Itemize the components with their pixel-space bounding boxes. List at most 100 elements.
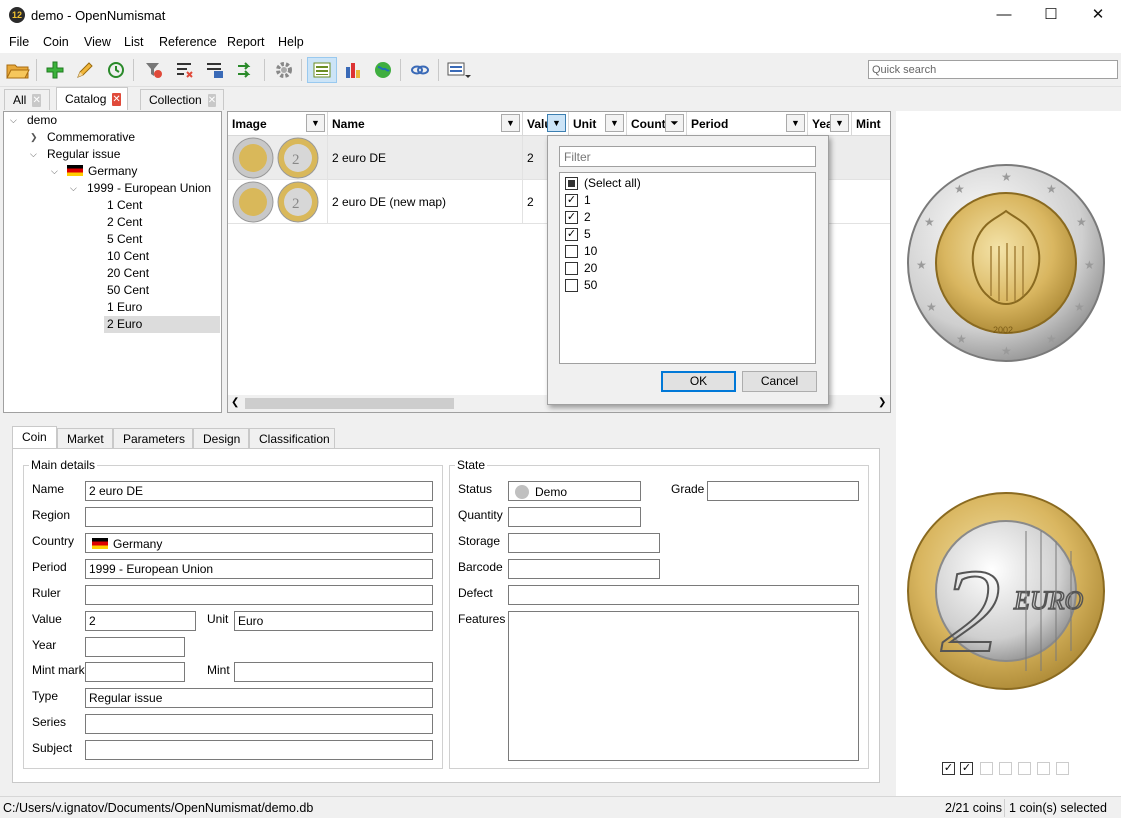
- column-header-mint[interactable]: Mint: [852, 112, 890, 136]
- scroll-right-icon[interactable]: ❯: [878, 397, 886, 408]
- grade-field[interactable]: [707, 481, 859, 501]
- unit-field[interactable]: Euro: [234, 611, 433, 631]
- map-globe-icon[interactable]: [370, 57, 396, 83]
- tree-item-value[interactable]: 2 Cent: [107, 214, 142, 231]
- table-cell-name[interactable]: 2 euro DE: [328, 136, 523, 180]
- checkbox-checked-icon[interactable]: ✓: [565, 228, 578, 241]
- filter-item-select-all[interactable]: (Select all): [565, 175, 641, 192]
- filter-dropdown-icon[interactable]: ▼: [605, 114, 624, 132]
- scrollbar-thumb[interactable]: [245, 398, 454, 409]
- menu-report[interactable]: Report: [227, 35, 265, 49]
- filter-dropdown-icon[interactable]: ▼: [786, 114, 805, 132]
- image-checkbox-empty[interactable]: [1018, 762, 1031, 775]
- image-checkbox-empty[interactable]: [980, 762, 993, 775]
- tree-item-selected[interactable]: 2 Euro: [104, 316, 220, 333]
- open-folder-icon[interactable]: [5, 57, 31, 83]
- column-header-unit[interactable]: Unit ▼: [569, 112, 627, 136]
- minimize-icon[interactable]: —: [981, 0, 1027, 31]
- close-icon[interactable]: ✕: [1075, 0, 1121, 31]
- mint-mark-field[interactable]: [85, 662, 185, 682]
- edit-coin-icon[interactable]: [72, 57, 98, 83]
- table-cell-image[interactable]: 2: [228, 180, 328, 224]
- filter-item[interactable]: 50: [565, 277, 597, 294]
- image-checkbox-empty[interactable]: [1037, 762, 1050, 775]
- image-checkbox-checked[interactable]: ✓: [960, 762, 973, 775]
- tree-item-value[interactable]: 10 Cent: [107, 248, 149, 265]
- tree-item-root[interactable]: demo: [27, 112, 57, 129]
- tab-collection[interactable]: Collection ✕: [140, 89, 224, 110]
- filter-dropdown-icon[interactable]: ▼: [501, 114, 520, 132]
- statistics-chart-icon[interactable]: [340, 57, 366, 83]
- image-checkbox-empty[interactable]: [1056, 762, 1069, 775]
- menu-file[interactable]: File: [9, 35, 29, 49]
- ok-button[interactable]: OK: [661, 371, 736, 392]
- collapse-arrow-icon[interactable]: ❯: [30, 132, 38, 143]
- features-textarea[interactable]: [508, 611, 859, 761]
- filter-item[interactable]: ✓ 2: [565, 209, 591, 226]
- name-field[interactable]: 2 euro DE: [85, 481, 433, 501]
- expand-arrow-icon[interactable]: ⌵: [10, 115, 17, 126]
- filter-item[interactable]: ✓ 5: [565, 226, 591, 243]
- tree-item-value[interactable]: 5 Cent: [107, 231, 142, 248]
- filter-dropdown-icon[interactable]: ▼: [830, 114, 849, 132]
- clear-filter-icon[interactable]: [141, 57, 167, 83]
- mint-field[interactable]: [234, 662, 433, 682]
- barcode-field[interactable]: [508, 559, 660, 579]
- sort-filter-icon[interactable]: [172, 57, 198, 83]
- menu-help[interactable]: Help: [278, 35, 304, 49]
- expand-arrow-icon[interactable]: ⌵: [30, 149, 37, 160]
- value-field[interactable]: 2: [85, 611, 196, 631]
- filter-input[interactable]: [559, 146, 816, 167]
- subject-field[interactable]: [85, 740, 433, 760]
- tab-catalog[interactable]: Catalog ✕: [56, 87, 128, 110]
- image-checkbox-checked[interactable]: ✓: [942, 762, 955, 775]
- scroll-left-icon[interactable]: ❮: [231, 397, 239, 408]
- catalog-tree[interactable]: ⌵ demo ❯ Commemorative ⌵ Regular issue ⌵…: [3, 111, 222, 413]
- tree-item-value[interactable]: 1 Cent: [107, 197, 142, 214]
- close-icon[interactable]: ✕: [112, 92, 121, 106]
- expand-arrow-icon[interactable]: ⌵: [51, 166, 58, 177]
- expand-arrow-icon[interactable]: ⌵: [70, 183, 77, 194]
- tree-item-commemorative[interactable]: Commemorative: [47, 129, 135, 146]
- column-header-value[interactable]: Value ▼: [523, 112, 569, 136]
- move-icon[interactable]: [233, 57, 259, 83]
- settings-gear-icon[interactable]: [271, 57, 297, 83]
- checkbox-unchecked-icon[interactable]: [565, 279, 578, 292]
- checkbox-unchecked-icon[interactable]: [565, 262, 578, 275]
- column-header-country[interactable]: Country ⏷: [627, 112, 687, 136]
- column-header-period[interactable]: Period ▼: [687, 112, 808, 136]
- tree-item-germany[interactable]: Germany: [67, 163, 137, 180]
- storage-field[interactable]: [508, 533, 660, 553]
- clone-coin-icon[interactable]: [103, 57, 129, 83]
- region-field[interactable]: [85, 507, 433, 527]
- checkbox-partial-icon[interactable]: [565, 177, 578, 190]
- tree-item-value[interactable]: 20 Cent: [107, 265, 149, 282]
- tree-item-period[interactable]: 1999 - European Union: [87, 180, 211, 197]
- year-field[interactable]: [85, 637, 185, 657]
- filter-item[interactable]: ✓ 1: [565, 192, 591, 209]
- ruler-field[interactable]: [85, 585, 433, 605]
- table-cell-name[interactable]: 2 euro DE (new map): [328, 180, 523, 224]
- country-field[interactable]: Germany: [85, 533, 433, 553]
- tab-parameters[interactable]: Parameters: [113, 428, 193, 448]
- save-list-icon[interactable]: [202, 57, 228, 83]
- tab-design[interactable]: Design: [193, 428, 249, 448]
- checkbox-checked-icon[interactable]: ✓: [565, 194, 578, 207]
- add-coin-icon[interactable]: [42, 57, 68, 83]
- filter-item[interactable]: 20: [565, 260, 597, 277]
- menu-reference[interactable]: Reference: [159, 35, 217, 49]
- quick-search-input[interactable]: [868, 60, 1118, 79]
- column-header-name[interactable]: Name ▼: [328, 112, 523, 136]
- series-field[interactable]: [85, 714, 433, 734]
- close-icon[interactable]: ✕: [32, 93, 41, 107]
- tab-coin[interactable]: Coin: [12, 426, 57, 449]
- column-header-year[interactable]: Year ▼: [808, 112, 852, 136]
- cancel-button[interactable]: Cancel: [742, 371, 817, 392]
- link-icon[interactable]: [407, 57, 433, 83]
- type-field[interactable]: Regular issue: [85, 688, 433, 708]
- tree-item-regular-issue[interactable]: Regular issue: [47, 146, 120, 163]
- view-mode-dropdown-icon[interactable]: [446, 57, 472, 83]
- table-view-icon[interactable]: [307, 57, 337, 83]
- maximize-icon[interactable]: ☐: [1028, 0, 1074, 31]
- table-cell-image[interactable]: 2: [228, 136, 328, 180]
